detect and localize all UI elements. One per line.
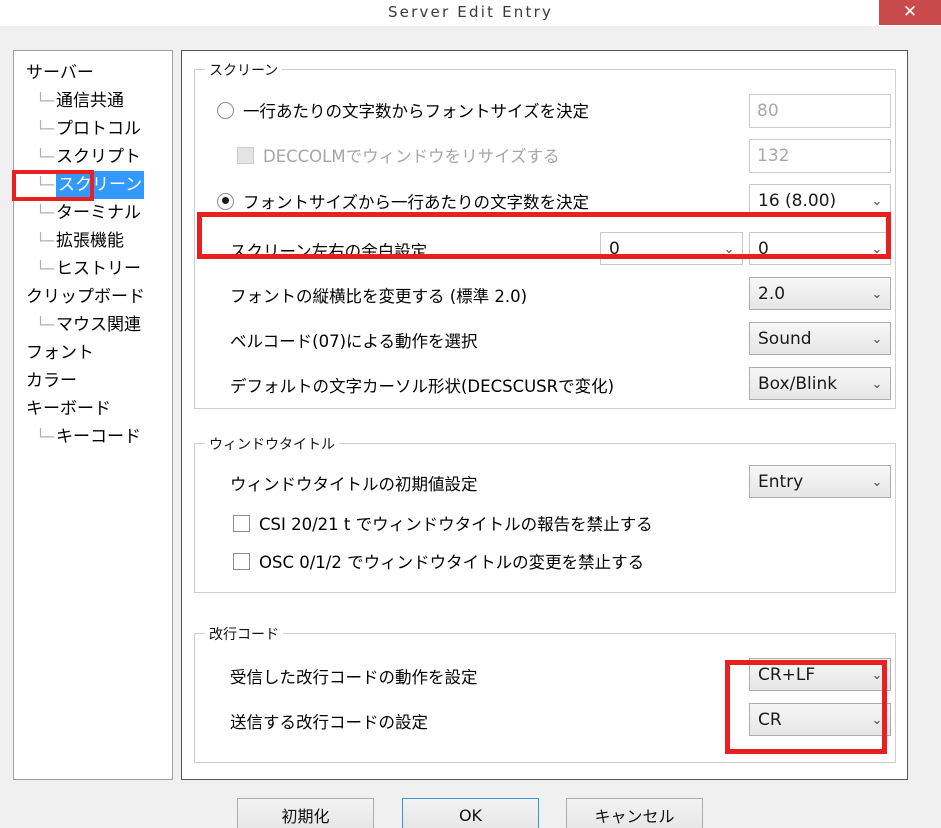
checkbox-osc-change-label: OSC 0/1/2 でウィンドウタイトルの変更を禁止する: [259, 549, 644, 573]
checkbox-deccolm-label: DECCOLMでウィンドウをリサイズする: [263, 143, 560, 167]
font-size-combo[interactable]: 16 (8.00) ⌄: [749, 184, 891, 217]
aspect-label: フォントの縦横比を変更する (標準 2.0): [230, 283, 527, 307]
tree-item-keycode[interactable]: └─キーコード: [14, 423, 172, 451]
tree-item-color[interactable]: カラー: [14, 367, 172, 395]
receive-newline-combo-value: CR+LF: [750, 665, 864, 685]
tree-connector-icon: └─: [36, 171, 56, 199]
radio-row-cols-to-font[interactable]: 一行あたりの文字数からフォントサイズを決定: [217, 98, 589, 122]
csi-checkbox-row[interactable]: CSI 20/21 t でウィンドウタイトルの報告を禁止する: [233, 511, 653, 535]
aspect-combo-value: 2.0: [750, 284, 864, 304]
cursor-label: デフォルトの文字カーソル形状(DECSCUSRで変化): [230, 373, 614, 397]
initial-title-combo[interactable]: Entry ⌄: [749, 465, 891, 498]
margin-left-combo-value: 0: [601, 239, 716, 259]
initial-title-row: ウィンドウタイトルの初期値設定: [230, 471, 478, 495]
ok-button[interactable]: OK: [402, 798, 539, 828]
bell-combo-value: Sound: [750, 329, 864, 349]
radio-font-to-cols-label: フォントサイズから一行あたりの文字数を決定: [243, 189, 589, 213]
cursor-combo[interactable]: Box/Blink ⌄: [749, 367, 891, 400]
checkbox-osc-change[interactable]: [233, 553, 250, 570]
margin-left-combo[interactable]: 0 ⌄: [600, 232, 743, 265]
chevron-down-icon: ⌄: [864, 712, 890, 728]
window-title-groupbox: ウィンドウタイトル ウィンドウタイトルの初期値設定 Entry ⌄ CSI 20…: [194, 443, 896, 593]
tree-item-clipboard[interactable]: クリップボード: [14, 283, 172, 311]
reset-button[interactable]: 初期化: [237, 798, 374, 828]
transmit-newline-label: 送信する改行コードの設定: [230, 709, 428, 733]
tree-connector-icon: └─: [36, 115, 56, 143]
tree-connector-icon: └─: [36, 255, 56, 283]
chevron-down-icon: ⌄: [864, 286, 890, 302]
margin-row: スクリーン左右の余白設定: [230, 238, 427, 262]
tree-connector-icon: └─: [36, 423, 56, 451]
chevron-down-icon: ⌄: [864, 331, 890, 347]
tree-connector-icon: └─: [36, 143, 56, 171]
radio-row-font-to-cols[interactable]: フォントサイズから一行あたりの文字数を決定: [217, 189, 589, 213]
initial-title-combo-value: Entry: [750, 472, 864, 492]
chevron-down-icon: ⌄: [864, 474, 890, 490]
tree-item-mouse[interactable]: └─マウス関連: [14, 311, 172, 339]
tree-connector-icon: └─: [36, 199, 56, 227]
transmit-newline-combo[interactable]: CR ⌄: [749, 703, 891, 736]
tree-item-screen[interactable]: └─スクリーン: [14, 171, 172, 199]
margin-label: スクリーン左右の余白設定: [230, 238, 427, 262]
osc-checkbox-row[interactable]: OSC 0/1/2 でウィンドウタイトルの変更を禁止する: [233, 549, 644, 573]
title-bar: Server Edit Entry ✕: [0, 0, 941, 26]
cursor-row: デフォルトの文字カーソル形状(DECSCUSRで変化): [230, 373, 614, 397]
chevron-down-icon: ⌄: [864, 667, 890, 683]
screen-group-title: スクリーン: [205, 60, 282, 80]
deccolm-columns-textbox: 132: [749, 139, 891, 173]
aspect-row: フォントの縦横比を変更する (標準 2.0): [230, 283, 527, 307]
receive-newline-row: 受信した改行コードの動作を設定: [230, 664, 478, 688]
bell-combo[interactable]: Sound ⌄: [749, 322, 891, 355]
checkbox-row-deccolm: DECCOLMでウィンドウをリサイズする: [237, 143, 560, 167]
radio-font-to-cols[interactable]: [217, 193, 234, 210]
tree-item-terminal[interactable]: └─ターミナル: [14, 199, 172, 227]
radio-cols-to-font[interactable]: [217, 102, 234, 119]
tree-connector-icon: └─: [36, 87, 56, 115]
tree-connector-icon: └─: [36, 227, 56, 255]
tree-item-server[interactable]: サーバー: [14, 59, 172, 87]
dialog-window: Server Edit Entry ✕ サーバー └─通信共通 └─プロトコル …: [0, 0, 941, 828]
newline-code-groupbox: 改行コード 受信した改行コードの動作を設定 CR+LF ⌄ 送信する改行コードの…: [194, 633, 896, 763]
settings-panel: スクリーン 一行あたりの文字数からフォントサイズを決定 80 DECCOLMでウ…: [181, 50, 908, 780]
dialog-body: サーバー └─通信共通 └─プロトコル └─スクリプト └─スクリーン └─ター…: [0, 26, 941, 828]
columns-textbox[interactable]: 80: [749, 94, 891, 128]
chevron-down-icon: ⌄: [864, 241, 890, 257]
receive-newline-label: 受信した改行コードの動作を設定: [230, 664, 478, 688]
tree-item-protocol[interactable]: └─プロトコル: [14, 115, 172, 143]
initial-title-label: ウィンドウタイトルの初期値設定: [230, 471, 478, 495]
margin-right-combo-value: 0: [750, 239, 864, 259]
bell-row: ベルコード(07)による動作を選択: [230, 328, 478, 352]
close-icon[interactable]: ✕: [879, 0, 941, 25]
cancel-button[interactable]: キャンセル: [566, 798, 703, 828]
checkbox-csi-report[interactable]: [233, 515, 250, 532]
bell-label: ベルコード(07)による動作を選択: [230, 328, 478, 352]
chevron-down-icon: ⌄: [864, 193, 890, 209]
cursor-combo-value: Box/Blink: [750, 374, 864, 394]
newline-group-title: 改行コード: [205, 624, 283, 644]
font-size-combo-value: 16 (8.00): [750, 191, 864, 211]
checkbox-deccolm: [237, 147, 254, 164]
tree-connector-icon: └─: [36, 311, 56, 339]
aspect-combo[interactable]: 2.0 ⌄: [749, 277, 891, 310]
margin-right-combo[interactable]: 0 ⌄: [749, 232, 891, 265]
tree-item-script[interactable]: └─スクリプト: [14, 143, 172, 171]
chevron-down-icon: ⌄: [864, 376, 890, 392]
tree-item-font[interactable]: フォント: [14, 339, 172, 367]
window-title-group-title: ウィンドウタイトル: [205, 434, 339, 454]
window-title: Server Edit Entry: [0, 3, 941, 21]
settings-tree[interactable]: サーバー └─通信共通 └─プロトコル └─スクリプト └─スクリーン └─ター…: [13, 50, 173, 780]
chevron-down-icon: ⌄: [716, 241, 742, 257]
tree-item-extensions[interactable]: └─拡張機能: [14, 227, 172, 255]
transmit-newline-row: 送信する改行コードの設定: [230, 709, 428, 733]
tree-item-history[interactable]: └─ヒストリー: [14, 255, 172, 283]
screen-groupbox: スクリーン 一行あたりの文字数からフォントサイズを決定 80 DECCOLMでウ…: [194, 69, 896, 409]
receive-newline-combo[interactable]: CR+LF ⌄: [749, 658, 891, 691]
radio-cols-to-font-label: 一行あたりの文字数からフォントサイズを決定: [243, 98, 589, 122]
tree-item-communication[interactable]: └─通信共通: [14, 87, 172, 115]
transmit-newline-combo-value: CR: [750, 710, 864, 730]
checkbox-csi-report-label: CSI 20/21 t でウィンドウタイトルの報告を禁止する: [259, 511, 653, 535]
tree-item-keyboard[interactable]: キーボード: [14, 395, 172, 423]
